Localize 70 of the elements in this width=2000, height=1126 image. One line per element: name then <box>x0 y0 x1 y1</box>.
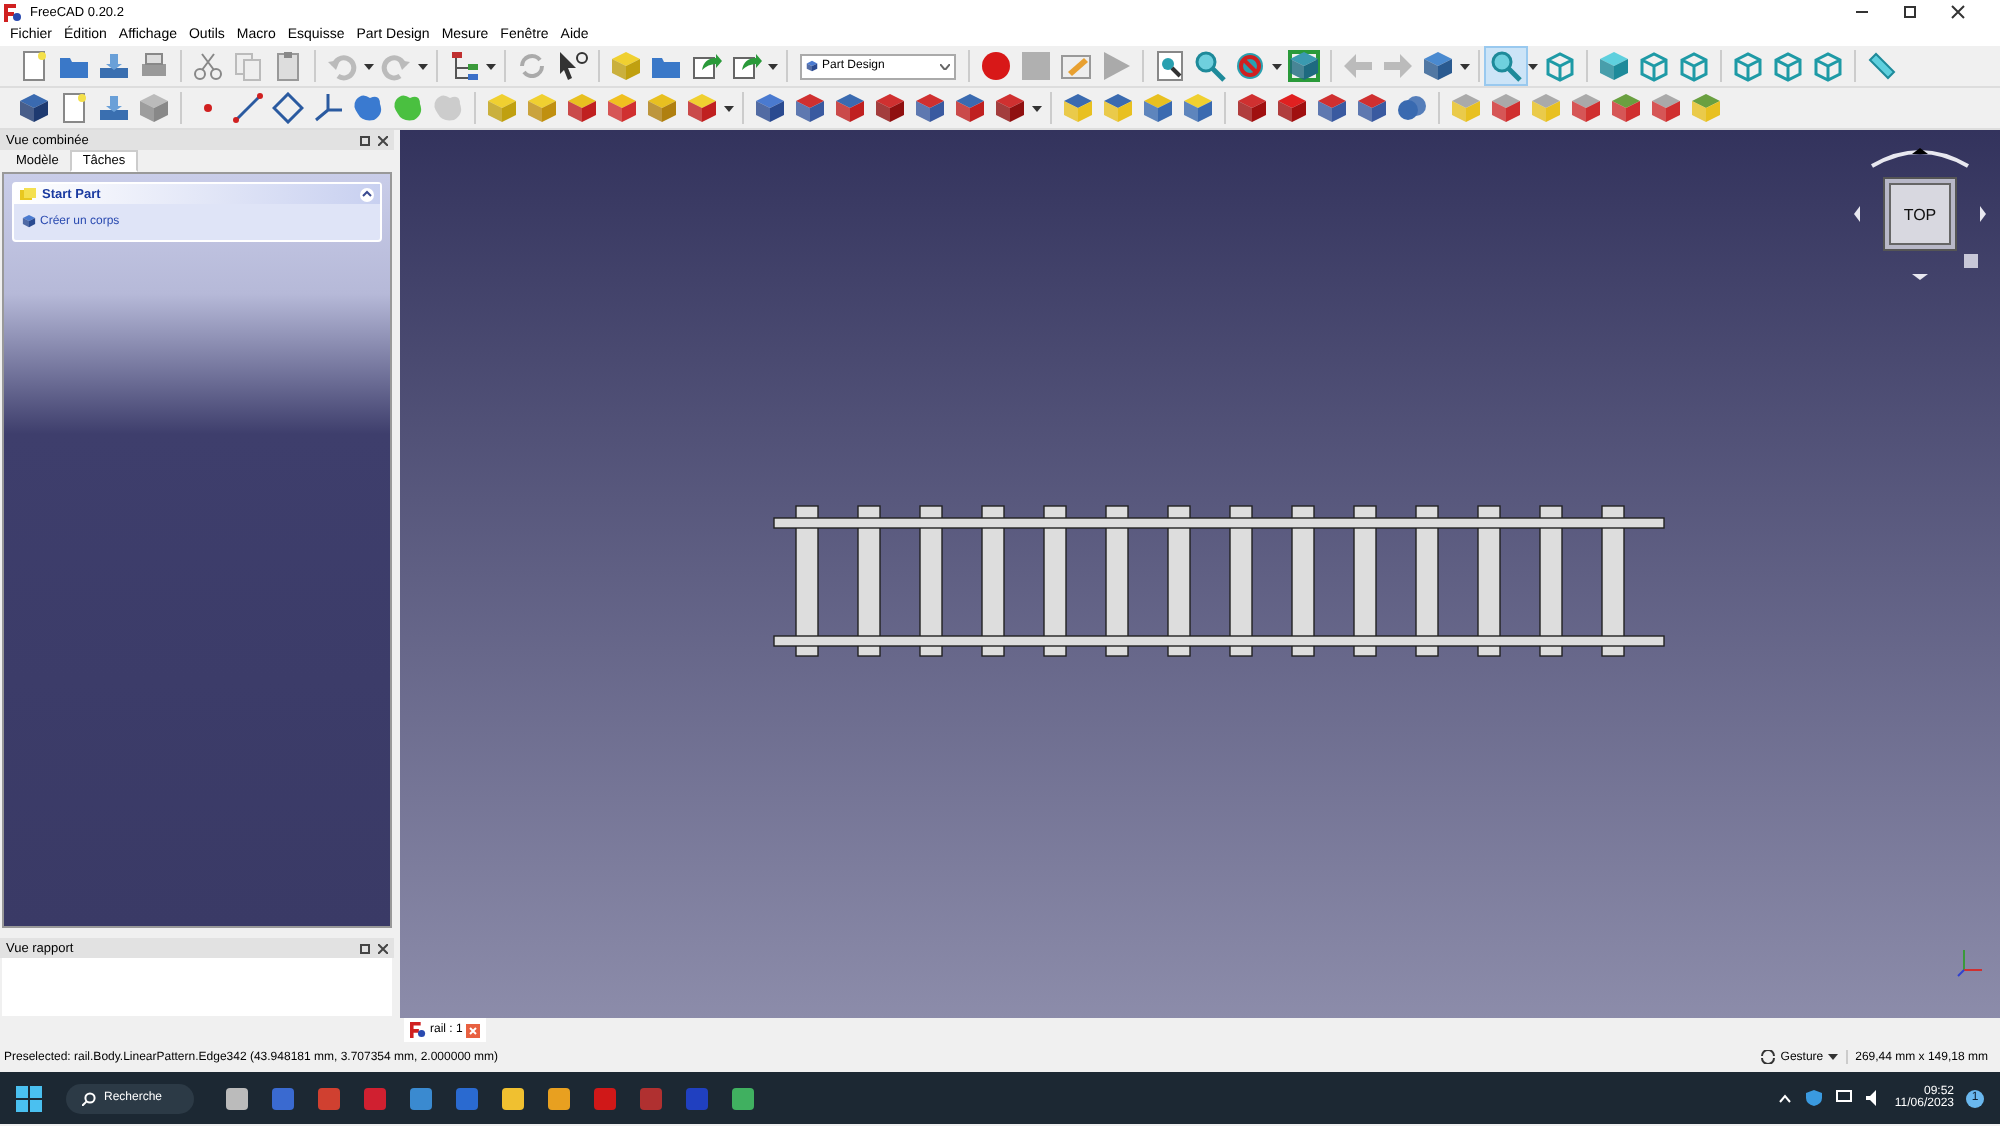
save-icon[interactable] <box>94 48 134 84</box>
cube-icon[interactable] <box>1312 90 1352 126</box>
dropdown-caret-icon[interactable] <box>1528 63 1538 69</box>
axis-triad-icon <box>1956 946 1984 978</box>
cube-icon[interactable] <box>1138 90 1178 126</box>
zoom-icon[interactable] <box>1190 48 1230 84</box>
dropdown-caret-icon[interactable] <box>418 63 428 69</box>
float-icon[interactable] <box>360 135 370 145</box>
dropdown-caret-icon[interactable] <box>486 63 496 69</box>
navigation-cube[interactable] <box>1883 177 1957 251</box>
cube-icon[interactable] <box>1486 90 1526 126</box>
arrow-icon[interactable] <box>1980 206 1986 222</box>
rotate-icon <box>1760 1050 1777 1064</box>
cube-icon[interactable] <box>790 90 830 126</box>
cube-icon[interactable] <box>910 90 950 126</box>
save-icon[interactable] <box>94 90 134 126</box>
cube-icon <box>806 60 818 72</box>
arrow-icon[interactable] <box>1912 148 1928 154</box>
cube-icon <box>20 187 36 201</box>
cube-icon[interactable] <box>990 90 1030 126</box>
dropdown-caret-icon[interactable] <box>768 63 778 69</box>
close-icon[interactable] <box>378 135 388 145</box>
close-icon[interactable] <box>378 943 388 953</box>
cube-icon[interactable] <box>1098 90 1138 126</box>
arrow-icon[interactable] <box>1912 274 1928 280</box>
dropdown-caret-icon[interactable] <box>364 63 374 69</box>
cube-icon[interactable] <box>750 90 790 126</box>
dropdown-caret-icon[interactable] <box>1460 63 1470 69</box>
start-icon[interactable] <box>16 1085 42 1111</box>
shield-icon[interactable] <box>1806 1090 1823 1106</box>
diamond-icon[interactable] <box>268 90 308 126</box>
body-icon <box>22 214 36 228</box>
maximize-icon[interactable] <box>1900 2 1920 22</box>
cube-face-label: TOP <box>1903 206 1937 224</box>
cube-icon[interactable] <box>602 90 642 126</box>
document-icon <box>410 1022 426 1038</box>
cube-icon[interactable] <box>1646 90 1686 126</box>
close-icon[interactable] <box>1948 2 1968 22</box>
cube-icon[interactable] <box>1178 90 1218 126</box>
cube-icon[interactable] <box>1418 48 1458 84</box>
arrow-icon[interactable] <box>1854 206 1860 222</box>
dropdown-caret-icon[interactable] <box>1032 105 1042 111</box>
dropdown-caret-icon[interactable] <box>1272 63 1282 69</box>
scissors-icon[interactable] <box>188 48 228 84</box>
cube-icon[interactable] <box>1566 90 1606 126</box>
cube-icon[interactable] <box>1352 90 1392 126</box>
cube-icon[interactable] <box>830 90 870 126</box>
spheres-icon[interactable] <box>1392 90 1432 126</box>
caret-icon <box>1827 1054 1838 1060</box>
rotate-arc-icon[interactable] <box>1871 150 1969 168</box>
cube-icon[interactable] <box>1606 90 1646 126</box>
cube-icon[interactable] <box>1272 90 1312 126</box>
cube-icon[interactable] <box>562 90 602 126</box>
collapse-icon[interactable] <box>360 187 374 201</box>
float-icon[interactable] <box>360 943 370 953</box>
3d-viewport[interactable]: TOP <box>400 130 2000 1018</box>
box-select-icon[interactable] <box>1284 48 1324 84</box>
cube-icon[interactable] <box>14 90 54 126</box>
monitor-icon[interactable] <box>1836 1090 1853 1106</box>
search-icon <box>82 1091 96 1105</box>
chevron-up-icon[interactable] <box>1778 1093 1793 1103</box>
line-icon[interactable] <box>228 90 268 126</box>
dropdown-caret-icon[interactable] <box>724 105 734 111</box>
record-icon[interactable] <box>976 48 1016 84</box>
cube-icon[interactable] <box>870 90 910 126</box>
cube-icon[interactable] <box>1232 90 1272 126</box>
cube-icon[interactable] <box>1058 90 1098 126</box>
cube-icon[interactable] <box>950 90 990 126</box>
cube-icon[interactable] <box>682 90 722 126</box>
caret-icon <box>940 63 950 69</box>
